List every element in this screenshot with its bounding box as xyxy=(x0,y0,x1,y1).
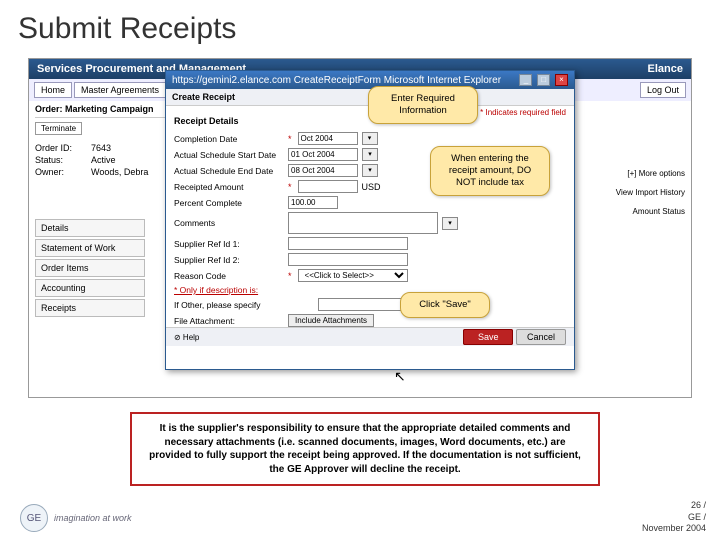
required-star-icon: * xyxy=(288,134,292,144)
end-date-field[interactable] xyxy=(288,164,358,177)
tab-accounting[interactable]: Accounting xyxy=(35,279,145,297)
order-id-label: Order ID: xyxy=(35,143,85,153)
dropdown-icon[interactable]: ▾ xyxy=(362,132,378,145)
maximize-icon[interactable]: □ xyxy=(537,74,550,86)
modal-title-text: https://gemini2.elance.com CreateReceipt… xyxy=(172,75,501,86)
order-panel: Order: Marketing Campaign Terminate Orde… xyxy=(35,101,165,179)
dropdown-icon[interactable]: ▾ xyxy=(442,217,458,230)
amount-field[interactable] xyxy=(298,180,358,193)
minimize-icon[interactable]: _ xyxy=(519,74,532,86)
percent-label: Percent Complete xyxy=(174,198,284,208)
callout-enter-required: Enter Required Information xyxy=(368,86,478,124)
ref1-label: Supplier Ref Id 1: xyxy=(174,239,284,249)
page-number: 26 / xyxy=(642,500,706,511)
modal-footer: ⊘ Help Save Cancel xyxy=(166,327,574,346)
calendar-icon[interactable]: ▾ xyxy=(362,164,378,177)
status-label: Status: xyxy=(35,155,85,165)
required-star-icon: * xyxy=(288,271,292,281)
amount-label: Receipted Amount xyxy=(174,182,284,192)
save-button[interactable]: Save xyxy=(463,329,514,345)
comments-label: Comments xyxy=(174,218,284,228)
nav-logout[interactable]: Log Out xyxy=(640,82,686,98)
descr-note: * Only if description is: xyxy=(174,285,284,295)
other-label: If Other, please specify xyxy=(174,300,314,310)
owner-label: Owner: xyxy=(35,167,85,177)
completion-date-label: Completion Date xyxy=(174,134,284,144)
tagline: imagination at work xyxy=(54,513,132,523)
tab-sow[interactable]: Statement of Work xyxy=(35,239,145,257)
terminate-button[interactable]: Terminate xyxy=(35,122,82,135)
attach-label: File Attachment: xyxy=(174,316,284,326)
ref2-field[interactable] xyxy=(288,253,408,266)
comments-field[interactable] xyxy=(288,212,438,234)
cursor-icon: ↖ xyxy=(394,368,406,385)
start-date-label: Actual Schedule Start Date xyxy=(174,150,284,160)
import-history-link[interactable]: View Import History xyxy=(595,188,685,197)
reason-select[interactable]: <<Click to Select>> xyxy=(298,269,408,282)
tab-details[interactable]: Details xyxy=(35,219,145,237)
footer-left: GE imagination at work xyxy=(20,504,132,532)
callout-no-tax: When entering the receipt amount, DO NOT… xyxy=(430,146,550,196)
order-title: Order: Marketing Campaign xyxy=(35,101,165,118)
order-id-value: 7643 xyxy=(91,143,111,153)
attach-button[interactable]: Include Attachments xyxy=(288,314,374,327)
tab-receipts[interactable]: Receipts xyxy=(35,299,145,317)
status-value: Active xyxy=(91,155,116,165)
app-header-right: Elance xyxy=(648,63,683,75)
ref1-field[interactable] xyxy=(288,237,408,250)
ge-logo-icon: GE xyxy=(20,504,48,532)
start-date-field[interactable] xyxy=(288,148,358,161)
callout-click-save: Click "Save" xyxy=(400,292,490,318)
amount-status-label: Amount Status xyxy=(595,207,685,216)
reason-label: Reason Code xyxy=(174,271,284,281)
modal-titlebar: https://gemini2.elance.com CreateReceipt… xyxy=(166,71,574,89)
completion-date-field[interactable] xyxy=(298,132,358,145)
modal-body: * Indicates required field Receipt Detai… xyxy=(166,106,574,346)
required-note: * Indicates required field xyxy=(480,108,566,117)
side-tabs: Details Statement of Work Order Items Ac… xyxy=(35,219,145,319)
help-link[interactable]: ⊘ Help xyxy=(174,333,199,342)
calendar-icon[interactable]: ▾ xyxy=(362,148,378,161)
org-label: GE / xyxy=(642,512,706,523)
amount-unit: USD xyxy=(362,182,381,192)
nav-master-agreements[interactable]: Master Agreements xyxy=(74,82,166,98)
owner-value: Woods, Debra xyxy=(91,167,148,177)
right-column: [+] More options View Import History Amo… xyxy=(595,159,685,226)
nav-home[interactable]: Home xyxy=(34,82,72,98)
footer-right: 26 / GE / November 2004 xyxy=(642,500,706,534)
end-date-label: Actual Schedule End Date xyxy=(174,166,284,176)
cancel-button[interactable]: Cancel xyxy=(516,329,566,345)
slide-title: Submit Receipts xyxy=(0,0,720,54)
window-buttons: _ □ × xyxy=(517,74,568,86)
more-options-link[interactable]: [+] More options xyxy=(595,169,685,178)
percent-field[interactable] xyxy=(288,196,338,209)
required-star-icon: * xyxy=(288,182,292,192)
tab-order-items[interactable]: Order Items xyxy=(35,259,145,277)
ref2-label: Supplier Ref Id 2: xyxy=(174,255,284,265)
red-note-box: It is the supplier's responsibility to e… xyxy=(130,412,600,486)
footer-date: November 2004 xyxy=(642,523,706,534)
close-icon[interactable]: × xyxy=(555,74,568,86)
